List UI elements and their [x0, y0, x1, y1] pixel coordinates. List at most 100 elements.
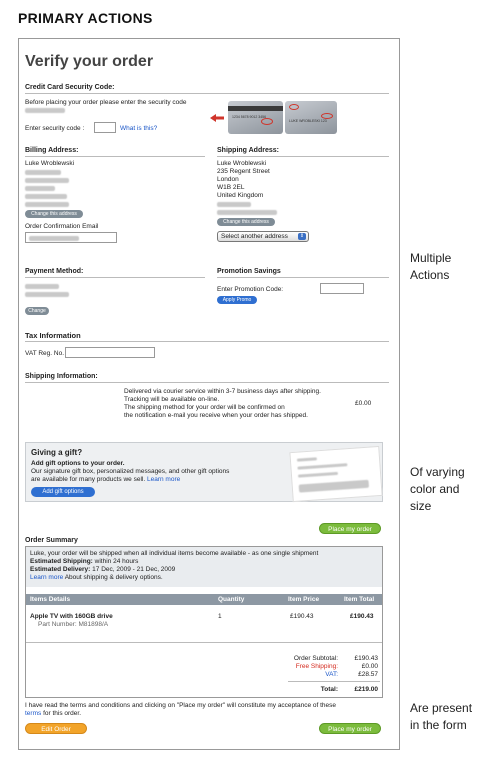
subtotal-value: £190.43	[354, 655, 379, 662]
est-delivery-value: 17 Dec, 2009 - 21 Dec, 2009	[92, 566, 176, 573]
gift-learn-more-link[interactable]: Learn more	[147, 476, 180, 483]
promo-code-label: Enter Promotion Code:	[217, 286, 284, 293]
order-summary-label: Order Summary	[25, 537, 78, 544]
divider	[25, 277, 205, 278]
col-header: Quantity	[218, 596, 245, 603]
divider	[217, 277, 389, 278]
item-total: £190.43	[350, 613, 374, 620]
card-number-masked	[25, 108, 65, 113]
subtotal-label: Order Subtotal:	[293, 655, 338, 662]
card-text: 1234 5678 9012 3456	[232, 115, 267, 119]
vat-total-label[interactable]: VAT:	[288, 671, 338, 679]
billing-name: Luke Wroblewski	[25, 160, 75, 167]
change-payment-button[interactable]: Change	[25, 307, 49, 315]
shipping-line-masked	[217, 202, 251, 207]
arrow-left-icon	[210, 114, 224, 122]
total-label: Total:	[320, 686, 338, 693]
shipping-info-label: Shipping Information:	[25, 373, 98, 380]
vat-label: VAT Reg. No.	[25, 350, 65, 357]
card-front-image: LUKE WROBLESKI 123	[285, 101, 337, 134]
gift-desc: Our signature gift box, personalized mes…	[31, 468, 230, 475]
side-note-line: Actions	[410, 268, 450, 282]
payment-line-masked	[25, 284, 59, 289]
gift-preview-image	[289, 445, 383, 503]
promo-label: Promotion Savings	[217, 268, 281, 275]
item-quantity: 1	[218, 613, 222, 620]
add-gift-options-button[interactable]: Add gift options	[31, 487, 95, 497]
change-billing-button[interactable]: Change this address	[25, 210, 83, 218]
side-note-line: Are present	[410, 701, 473, 715]
email-field[interactable]	[25, 232, 117, 243]
summary-learn-more-link[interactable]: Learn more	[30, 574, 63, 581]
divider	[26, 642, 382, 643]
tax-label: Tax Information	[25, 331, 81, 340]
preview-line	[298, 479, 370, 493]
place-order-button-bottom[interactable]: Place my order	[319, 723, 381, 734]
change-shipping-button[interactable]: Change this address	[217, 218, 275, 226]
terms-link[interactable]: terms	[25, 710, 41, 717]
highlight-ring	[261, 118, 273, 125]
promo-code-input[interactable]	[320, 283, 364, 294]
divider	[25, 382, 389, 383]
security-instruction: Before placing your order please enter t…	[25, 99, 187, 106]
divider	[25, 156, 205, 157]
form-title: Verify your order	[25, 53, 154, 70]
shipping-info-line: the notification e-mail you receive when…	[124, 412, 308, 419]
est-delivery-label: Estimated Delivery:	[30, 566, 91, 573]
chevron-down-icon: ⇕	[298, 233, 306, 240]
highlight-ring	[321, 113, 333, 119]
summary-learn-more-rest: About shipping & delivery options.	[64, 574, 163, 581]
email-value-masked	[29, 236, 79, 241]
summary-header: Luke, your order will be shipped when al…	[26, 547, 382, 587]
preview-line	[297, 471, 339, 478]
security-code-label: Enter security code :	[25, 125, 85, 132]
side-note-varying: Of varying color and size	[410, 464, 465, 515]
billing-line-masked	[25, 202, 69, 207]
billing-line-masked	[25, 186, 55, 191]
items-table-header: Items Details Quantity Item Price Item T…	[26, 594, 382, 605]
preview-line	[296, 457, 317, 462]
gift-desc-text: are available for many products we sell.	[31, 476, 146, 483]
side-note-line: Of varying	[410, 465, 465, 479]
shipping-options-note: Learn more About shipping & delivery opt…	[30, 574, 163, 582]
shipping-info-line: Tracking will be available on-line.	[124, 396, 220, 403]
shipping-line: W1B 2EL	[217, 184, 245, 191]
security-code-input[interactable]	[94, 122, 116, 133]
est-shipping-value: within 24 hours	[94, 558, 139, 565]
total-value: £219.00	[354, 686, 379, 693]
address-select[interactable]: Select another address ⇕	[217, 231, 309, 242]
shipping-line-masked	[217, 210, 277, 215]
est-shipping: Estimated Shipping: within 24 hours	[30, 558, 138, 566]
billing-line-masked	[25, 178, 69, 183]
shipping-info-line: Delivered via courier service within 3-7…	[124, 388, 321, 395]
edit-order-button[interactable]: Edit Order	[25, 723, 87, 734]
item-price: £190.43	[290, 613, 314, 620]
vat-input[interactable]	[65, 347, 155, 358]
shipping-line: United Kingdom	[217, 192, 264, 199]
side-note-present: Are present in the form	[410, 700, 472, 734]
what-is-this-link[interactable]: What is this?	[120, 125, 157, 133]
terms-text: I have read the terms and conditions and…	[25, 702, 336, 709]
est-shipping-label: Estimated Shipping:	[30, 558, 93, 565]
email-label: Order Confirmation Email	[25, 223, 99, 230]
place-order-button-top[interactable]: Place my order	[319, 523, 381, 534]
side-note-multiple-actions: Multiple Actions	[410, 250, 451, 284]
side-note-line: color and	[410, 482, 460, 496]
divider	[288, 681, 380, 682]
payment-line-masked	[25, 292, 69, 297]
divider	[217, 156, 389, 157]
shipping-line: London	[217, 176, 239, 183]
shipping-info-line: The shipping method for your order will …	[124, 404, 285, 411]
side-note-line: in the form	[410, 718, 467, 732]
vat-total-value: £28.57	[358, 671, 378, 678]
address-select-value: Select another address	[221, 233, 288, 240]
gift-desc: are available for many products we sell.…	[31, 476, 180, 484]
est-delivery: Estimated Delivery: 17 Dec, 2009 - 21 De…	[30, 566, 175, 574]
apply-promo-button[interactable]: Apply Promo	[217, 296, 257, 304]
card-text: LUKE WROBLESKI 123	[289, 119, 327, 123]
billing-line-masked	[25, 194, 67, 199]
order-form-frame: Verify your order Credit Card Security C…	[18, 38, 400, 750]
preview-line	[297, 463, 348, 470]
free-shipping-label: Free Shipping:	[295, 663, 338, 670]
terms-text-end: for this order.	[43, 710, 81, 717]
